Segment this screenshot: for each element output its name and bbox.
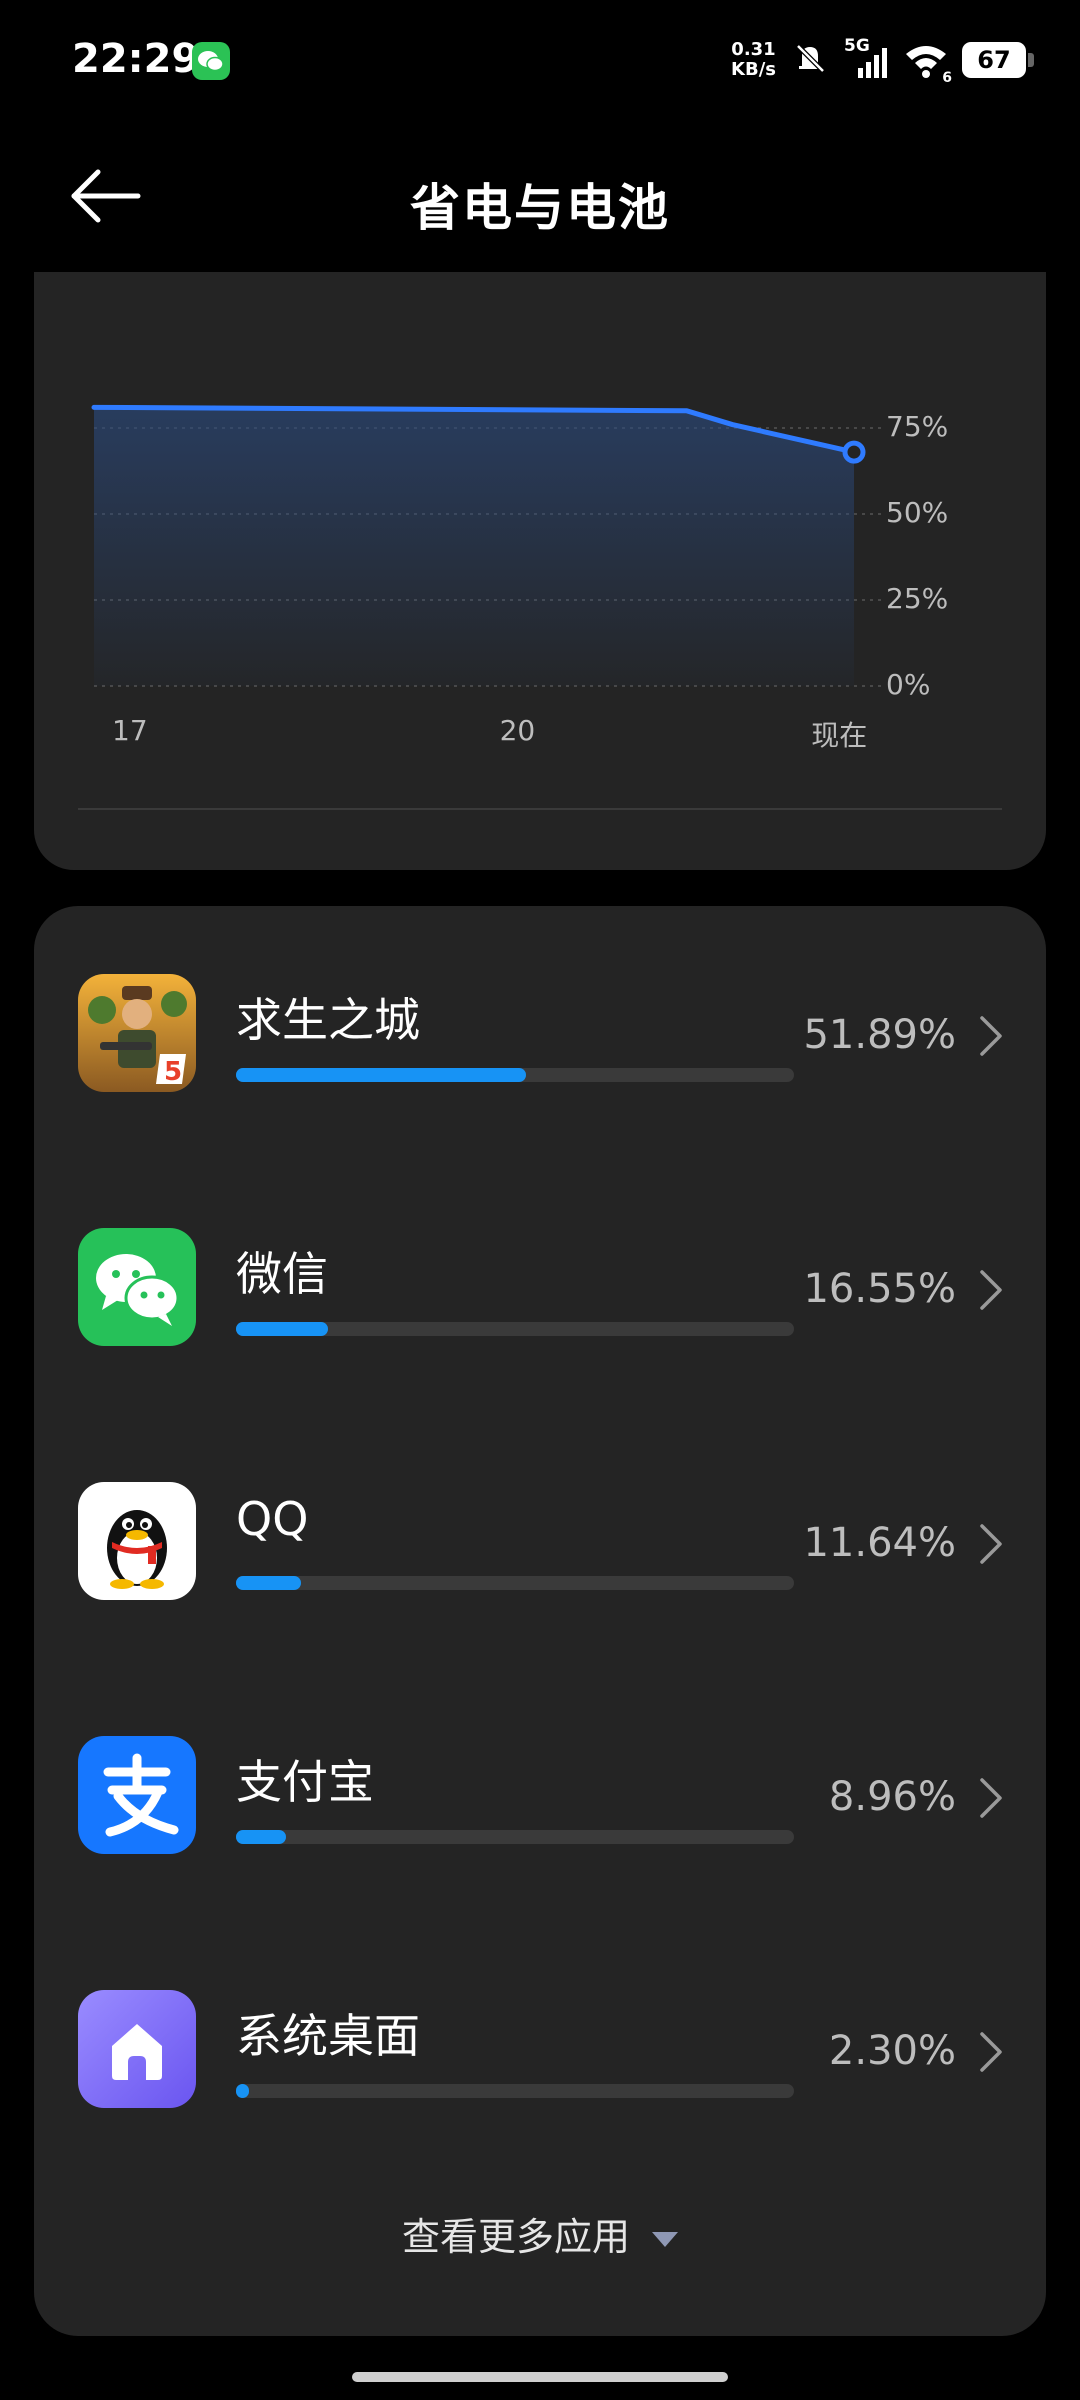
y-tick-label: 75%: [886, 410, 949, 443]
wechat-icon: [78, 1228, 196, 1346]
current-level-point: [842, 440, 866, 464]
usage-bar-fill: [236, 1830, 286, 1844]
usage-bar: [236, 1068, 794, 1082]
mute-bell-icon: [790, 38, 830, 82]
usage-bar: [236, 1830, 794, 1844]
qq-penguin-icon: [78, 1482, 196, 1600]
app-name: 微信: [236, 1247, 328, 1301]
usage-bar: [236, 1322, 794, 1336]
svg-text:5: 5: [164, 1057, 182, 1087]
chevron-right-icon: [980, 1524, 1002, 1564]
battery-area: [94, 272, 854, 686]
wifi-icon: 6: [904, 40, 952, 86]
wifi-badge: 6: [942, 70, 952, 86]
x-tick-label: 17: [112, 714, 148, 747]
header: 省电与电池: [0, 140, 1080, 252]
app-row-alipay[interactable]: 支付宝 8.96%: [34, 1736, 1046, 1896]
game-icon: 5: [78, 974, 196, 1092]
usage-percent: 8.96%: [828, 1774, 956, 1820]
net-speed-unit: KB/s: [731, 59, 776, 80]
usage-bar-fill: [236, 1322, 329, 1336]
app-row-wechat[interactable]: 微信 16.55%: [34, 1228, 1046, 1388]
y-tick-label: 25%: [886, 582, 949, 615]
status-time: 22:29: [72, 36, 200, 82]
usage-percent: 2.30%: [828, 2028, 956, 2074]
battery-level-chart: [91, 272, 884, 687]
divider: [78, 808, 1002, 810]
net-speed-value: 0.31: [731, 39, 776, 60]
usage-percent: 16.55%: [803, 1266, 956, 1312]
chevron-right-icon: [980, 1016, 1002, 1056]
app-row-home[interactable]: 系统桌面 2.30%: [34, 1990, 1046, 2150]
app-row-game[interactable]: 5 求生之城 51.89%: [34, 974, 1046, 1134]
app-name: 支付宝: [236, 1755, 374, 1809]
chevron-right-icon: [980, 1270, 1002, 1310]
status-icons: 0.31 KB/s 5G 6 67: [731, 34, 1034, 86]
signal-icon: 5G: [844, 36, 890, 80]
usage-percent: 11.64%: [803, 1520, 956, 1566]
usage-bar-fill: [236, 1576, 301, 1590]
app-name: 系统桌面: [236, 2009, 420, 2063]
app-name: 求生之城: [236, 993, 420, 1047]
battery-chart-card: 75% 50% 25% 0% 17 20 现在: [34, 272, 1046, 870]
y-tick-label: 0%: [886, 668, 931, 701]
wechat-notification-icon: [192, 42, 230, 80]
x-tick-label: 现在: [811, 719, 868, 752]
triangle-down-icon: [652, 2232, 678, 2247]
gesture-nav-handle[interactable]: [352, 2372, 728, 2382]
show-more-label: 查看更多应用: [401, 2215, 630, 2259]
x-tick-label: 20: [499, 714, 536, 747]
net-speed: 0.31 KB/s: [731, 40, 776, 80]
app-usage-card: 5 求生之城 51.89% 微信 16.55% QQ 11.64% 支付宝 8.…: [34, 906, 1046, 2336]
page-title: 省电与电池: [410, 179, 670, 237]
status-bar: 22:29 0.31 KB/s 5G 6 67: [0, 0, 1080, 120]
app-name: QQ: [236, 1492, 309, 1546]
y-tick-label: 50%: [886, 496, 949, 529]
usage-percent: 51.89%: [803, 1012, 956, 1058]
usage-bar: [236, 1576, 794, 1590]
battery-icon: 67: [962, 42, 1034, 78]
alipay-icon: [78, 1736, 196, 1854]
chevron-right-icon: [980, 1778, 1002, 1818]
chevron-right-icon: [980, 2032, 1002, 2072]
home-icon: [78, 1990, 196, 2108]
usage-bar-fill: [236, 2084, 249, 2098]
usage-bar-fill: [236, 1068, 526, 1082]
app-row-qq[interactable]: QQ 11.64%: [34, 1482, 1046, 1642]
usage-bar: [236, 2084, 794, 2098]
show-more-apps-button[interactable]: 查看更多应用: [34, 2206, 1046, 2261]
